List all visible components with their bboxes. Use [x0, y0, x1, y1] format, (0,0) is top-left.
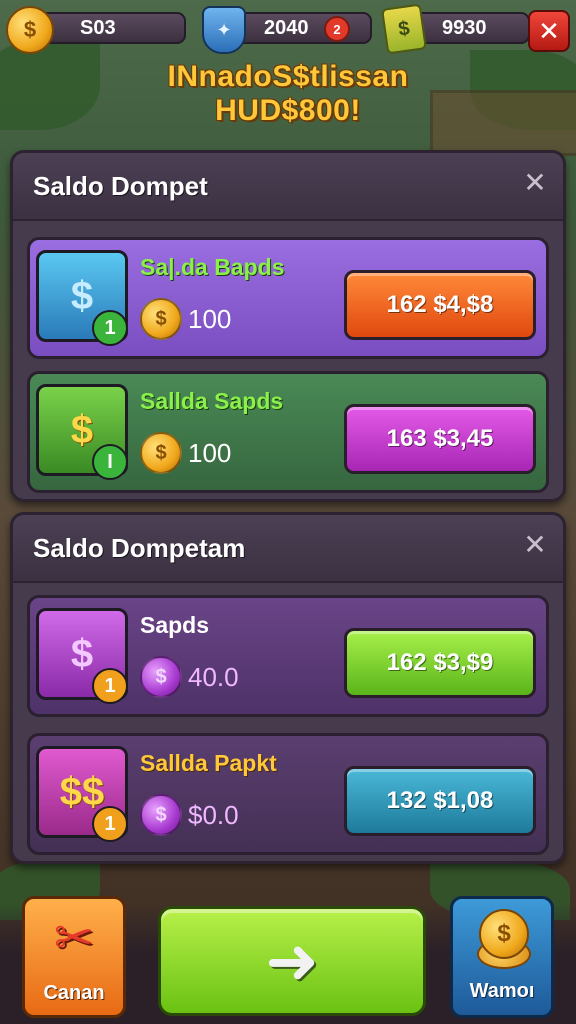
banner-line-2: HUD$800!: [215, 94, 361, 127]
panel-close-icon[interactable]: ✕: [521, 531, 549, 559]
continue-button[interactable]: ➜: [158, 906, 426, 1016]
shield-icon: ✦: [202, 6, 246, 54]
notification-badge[interactable]: 2: [324, 16, 350, 42]
buy-button[interactable]: 132 $1,08: [344, 766, 536, 836]
wallet-panel-2: Saldo Dompetam ✕ $ 1 Sapds $ 40.0 162 $3…: [10, 512, 566, 864]
quantity-badge: I: [92, 444, 128, 480]
shop-row: $ I Sallda Sapds $ 100 163 $3,45: [27, 371, 549, 493]
buy-button[interactable]: 162 $3,$9: [344, 628, 536, 698]
item-amount: $0.0: [188, 800, 239, 830]
item-amount: 100: [188, 304, 232, 334]
panel-close-icon[interactable]: ✕: [521, 169, 549, 197]
broken-tag-icon: ✂: [53, 912, 95, 965]
panel-title: Saldo Dompetam: [33, 533, 246, 563]
bottom-bar: ✂ Canan ➜ $ Wamoı: [0, 896, 576, 1024]
panel-header: Saldo Dompet ✕: [13, 153, 563, 221]
panel-header: Saldo Dompetam ✕: [13, 515, 563, 583]
top-hud: S03 $ 2040 ✦ 2 9930 $ ✕: [6, 3, 570, 55]
cash-icon: $: [380, 3, 428, 55]
wallet-label: Wamoı: [469, 980, 535, 1002]
item-name: Sapds: [140, 612, 210, 638]
purple-coin-icon: $: [140, 656, 182, 698]
shield-count: 2040: [264, 16, 309, 39]
quantity-badge: 1: [92, 668, 128, 704]
arrow-right-icon: ➜: [265, 924, 319, 997]
item-name: Sa|.da Bapds: [140, 254, 285, 280]
item-amount: 100: [188, 438, 232, 468]
coin-count: S03: [80, 16, 116, 39]
item-amount: 40.0: [188, 662, 239, 692]
promo-banner: INnadoS$tlissan HUD$800!: [0, 60, 576, 128]
gold-coin-icon: $: [140, 432, 182, 474]
wallet-button[interactable]: $ Wamoı: [450, 896, 554, 1018]
cancel-label: Canan: [43, 982, 105, 1004]
shop-row: $$ 1 Sallda Papkt $ $0.0 132 $1,08: [27, 733, 549, 855]
close-button[interactable]: ✕: [528, 10, 570, 52]
gold-coin-icon: $: [140, 298, 182, 340]
wallet-panel-1: Saldo Dompet ✕ $ 1 Sa|.da Bapds $ 100 16…: [10, 150, 566, 502]
panel-title: Saldo Dompet: [33, 171, 208, 201]
gold-coin-icon: $: [6, 6, 54, 54]
item-name: Sallda Sapds: [140, 388, 284, 414]
purple-coin-icon: $: [140, 794, 182, 836]
cancel-button[interactable]: ✂ Canan: [22, 896, 126, 1018]
buy-button[interactable]: 162 $4,$8: [344, 270, 536, 340]
shop-row: $ 1 Sapds $ 40.0 162 $3,$9: [27, 595, 549, 717]
banner-line-1: INnadoS$tlissan: [167, 60, 409, 93]
quantity-badge: 1: [92, 310, 128, 346]
shop-row: $ 1 Sa|.da Bapds $ 100 162 $4,$8: [27, 237, 549, 359]
cash-count: 9930: [442, 16, 487, 39]
gold-coin-icon: $: [479, 909, 529, 959]
buy-button[interactable]: 163 $3,45: [344, 404, 536, 474]
item-name: Sallda Papkt: [140, 750, 277, 776]
quantity-badge: 1: [92, 806, 128, 842]
